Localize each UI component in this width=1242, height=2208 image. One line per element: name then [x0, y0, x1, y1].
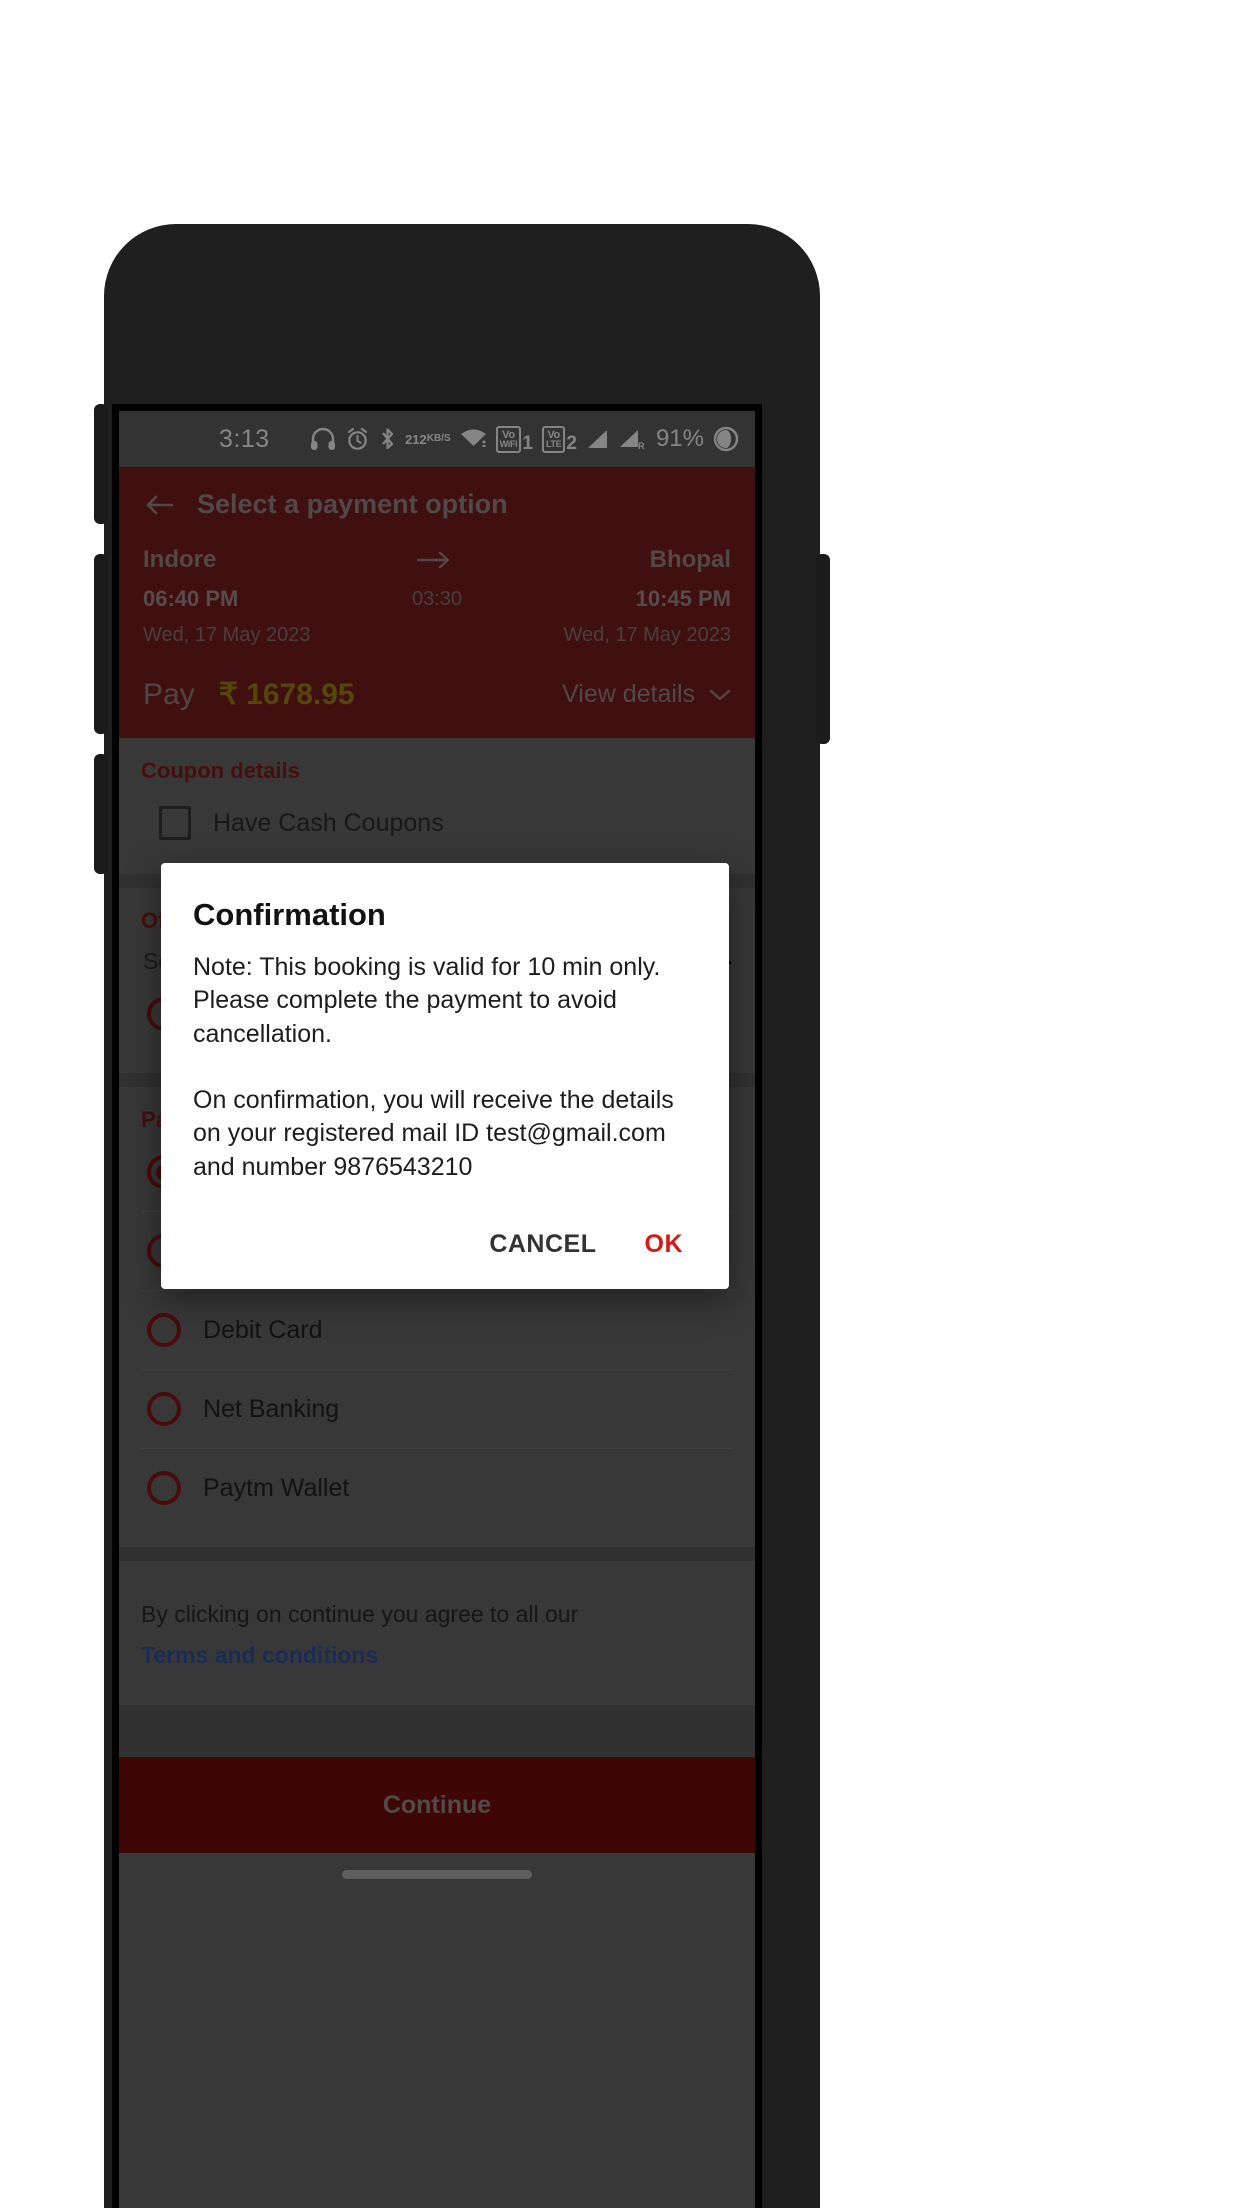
pay-label: Pay	[143, 678, 195, 711]
dialog-message: Note: This booking is valid for 10 min o…	[193, 953, 674, 1181]
payment-option-radio-net-banking[interactable]	[147, 1392, 181, 1426]
dialog-actions: CANCEL OK	[193, 1230, 697, 1267]
departure-date: Wed, 17 May 2023	[143, 624, 311, 646]
volte-wifi-sim-number: 1	[522, 432, 533, 454]
have-cash-coupons-checkbox[interactable]	[159, 806, 191, 840]
data-rate-value: 212	[405, 431, 427, 447]
have-cash-coupons-row[interactable]: Have Cash Coupons	[141, 784, 733, 854]
volte-sub: LTE	[545, 438, 562, 449]
app-header: Select a payment option Indore Bhopal 06…	[119, 467, 755, 738]
data-rate-unit: KB/S	[426, 433, 451, 444]
header-top-row: Select a payment option	[141, 467, 733, 546]
volte-icon: Vo LTE 2	[541, 425, 577, 454]
volte-wifi-sub: WiFi	[499, 438, 518, 449]
currency-symbol: ₹	[218, 678, 238, 711]
origin-city: Indore	[143, 546, 217, 573]
data-rate-icon: 212 KB/S	[405, 431, 451, 447]
terms-text: By clicking on continue you agree to all…	[141, 1601, 579, 1627]
payment-option-label-net-banking: Net Banking	[203, 1394, 340, 1423]
bluetooth-icon	[379, 426, 396, 452]
status-time: 3:13	[219, 424, 270, 453]
pay-amount-group: Pay ₹ 1678.95	[143, 677, 355, 712]
dialog-title: Confirmation	[193, 897, 386, 932]
payment-option-row[interactable]: Net Banking	[141, 1369, 733, 1448]
signal-1-icon	[586, 428, 610, 450]
route-times-row: 06:40 PM 03:30 10:45 PM	[141, 574, 733, 612]
svg-text:R: R	[638, 441, 645, 450]
battery-icon	[713, 426, 739, 452]
have-cash-coupons-label: Have Cash Coupons	[213, 808, 444, 837]
page-title: Select a payment option	[197, 489, 508, 519]
gesture-home-pill[interactable]	[342, 1869, 532, 1879]
dialog-ok-button[interactable]: OK	[645, 1230, 698, 1259]
bottom-spacer	[119, 1705, 755, 1757]
payment-option-radio-paytm-wallet[interactable]	[147, 1471, 181, 1505]
phone-side-button-mid-left[interactable]	[94, 554, 108, 734]
volte-wifi-icon: Vo WiFi 1	[495, 425, 533, 454]
screenshot-root: 3:13 212 KB/S Vo WiFi 1 Vo LTE 2 R 91% S…	[0, 0, 1242, 2208]
phone-side-button-right[interactable]	[816, 554, 830, 744]
departure-time: 06:40 PM	[143, 586, 239, 611]
payment-option-radio-debit-card[interactable]	[147, 1313, 181, 1347]
coupon-section-title: Coupon details	[141, 758, 300, 783]
arrival-time: 10:45 PM	[635, 586, 731, 611]
view-details-button[interactable]: View details	[562, 680, 731, 709]
view-details-label: View details	[562, 680, 695, 708]
amount-value: 1678.95	[246, 678, 355, 711]
coupon-details-section: Coupon details Have Cash Coupons	[119, 738, 755, 874]
phone-side-button-bottom-left[interactable]	[94, 754, 108, 874]
payment-option-label-debit-card: Debit Card	[203, 1315, 323, 1344]
dialog-cancel-button[interactable]: CANCEL	[489, 1230, 596, 1259]
battery-percent-label: 91%	[655, 425, 704, 452]
volte-sim-number: 2	[566, 432, 577, 454]
journey-duration: 03:30	[411, 587, 463, 610]
arrival-date: Wed, 17 May 2023	[563, 624, 731, 646]
chevron-down-icon	[709, 680, 731, 709]
headset-icon	[310, 427, 336, 451]
status-bar: 3:13 212 KB/S Vo WiFi 1 Vo LTE 2 R 91%	[119, 411, 755, 467]
pay-amount: ₹ 1678.95	[219, 677, 355, 712]
system-navigation-bar	[119, 1853, 755, 1895]
pay-summary-row: Pay ₹ 1678.95 View details	[141, 647, 733, 716]
route-cities-row: Indore Bhopal	[141, 546, 733, 574]
confirmation-dialog: Confirmation Note: This booking is valid…	[161, 863, 729, 1289]
payment-option-row[interactable]: Debit Card	[141, 1290, 733, 1369]
right-arrow-icon	[415, 550, 451, 570]
phone-screen: 3:13 212 KB/S Vo WiFi 1 Vo LTE 2 R 91% S…	[112, 404, 762, 2208]
payment-option-row[interactable]: Paytm Wallet	[141, 1448, 733, 1527]
status-icon-tray: 212 KB/S Vo WiFi 1 Vo LTE 2 R 91%	[310, 425, 739, 453]
route-dates-row: Wed, 17 May 2023 Wed, 17 May 2023	[141, 612, 733, 647]
back-arrow-icon[interactable]	[145, 494, 175, 516]
section-divider-3	[119, 1547, 755, 1561]
signal-2-roaming-icon: R	[619, 428, 647, 450]
payment-option-label-paytm-wallet: Paytm Wallet	[203, 1473, 350, 1502]
terms-and-conditions-link[interactable]: Terms and conditions	[141, 1642, 378, 1669]
phone-side-button-top-left[interactable]	[94, 404, 108, 524]
wifi-icon	[460, 428, 487, 450]
destination-city: Bhopal	[649, 546, 731, 573]
terms-block: By clicking on continue you agree to all…	[119, 1561, 755, 1705]
alarm-icon	[345, 427, 370, 452]
continue-button[interactable]: Continue	[119, 1757, 755, 1853]
